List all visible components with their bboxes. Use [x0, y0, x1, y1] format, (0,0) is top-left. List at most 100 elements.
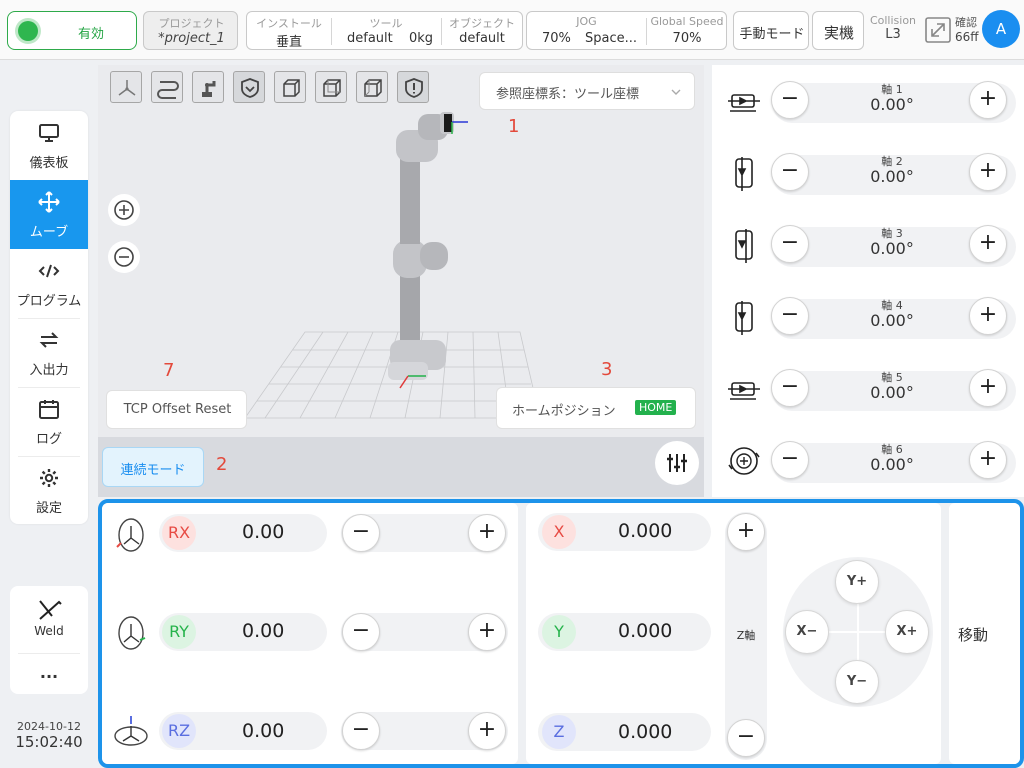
code-icon — [37, 259, 61, 283]
rotation-rx-icon — [112, 514, 150, 554]
gear-icon — [37, 466, 61, 490]
joint-decrement-button[interactable]: − — [771, 441, 809, 479]
cube-front-view-icon[interactable] — [274, 71, 306, 103]
robot-enable-toggle[interactable]: 有効 — [7, 11, 137, 50]
joint-row: − + 軸 3 0.00° — [712, 209, 1024, 281]
nav-more-button[interactable]: ... — [10, 653, 88, 694]
move-card[interactable]: 移動 — [949, 503, 1020, 764]
confirm-caption: 確認 — [955, 16, 977, 29]
y-minus-button[interactable]: Y− — [835, 660, 879, 704]
cube-top-view-icon[interactable] — [356, 71, 388, 103]
continuous-mode-button[interactable]: 連続モード — [102, 447, 204, 487]
chevron-down-icon — [670, 83, 682, 95]
joint-row: − + 軸 4 0.00° — [712, 281, 1024, 353]
nav-item-move[interactable]: ムーブ — [10, 180, 88, 249]
joint-decrement-button[interactable]: − — [771, 153, 809, 191]
project-indicator[interactable]: プロジェクト *project_1 — [143, 11, 238, 50]
nav-item-dashboard[interactable]: 儀表板 — [10, 111, 88, 180]
nav-item-log[interactable]: ログ — [10, 387, 88, 456]
rz-badge: RZ — [162, 714, 196, 748]
manual-mode-label: 手動モード — [739, 27, 805, 42]
joint-increment-button[interactable]: + — [969, 153, 1007, 191]
tool-name: default — [347, 31, 393, 46]
path-view-icon[interactable] — [151, 71, 183, 103]
nav-item-io[interactable]: 入出力 — [10, 318, 88, 387]
joint-decrement-button[interactable]: − — [771, 225, 809, 263]
robot-3d-model[interactable] — [230, 100, 550, 430]
real-robot-button[interactable]: 実機 — [812, 11, 864, 50]
safety-shield-icon[interactable] — [233, 71, 265, 103]
jog-caption: JOG — [576, 15, 597, 28]
ry-badge: RY — [162, 615, 196, 649]
joint-increment-button[interactable]: + — [969, 441, 1007, 479]
joint-increment-button[interactable]: + — [969, 225, 1007, 263]
continuous-mode-label: 連続モード — [120, 463, 186, 478]
nav-item-program[interactable]: プログラム — [10, 249, 88, 318]
x-badge: X — [542, 515, 576, 549]
joint-decrement-button[interactable]: − — [771, 297, 809, 335]
z-decrement-button[interactable]: − — [727, 719, 765, 757]
top-status-bar: 有効 プロジェクト *project_1 インストール 垂直 ツール defau… — [0, 0, 1024, 60]
tcp-offset-reset-button[interactable]: TCP Offset Reset — [106, 390, 247, 429]
ry-increment-button[interactable]: + — [468, 613, 506, 651]
rz-decrement-button[interactable]: − — [342, 712, 380, 750]
sliders-settings-icon[interactable] — [655, 441, 699, 485]
more-label: ... — [39, 663, 59, 682]
joint-row: − + 軸 6 0.00° — [712, 425, 1024, 497]
enable-label: 有効 — [78, 27, 105, 42]
joint-value: 0.00° — [870, 455, 914, 474]
expand-icon[interactable] — [924, 16, 952, 44]
io-arrows-icon — [37, 328, 61, 352]
x-minus-button[interactable]: X− — [785, 610, 829, 654]
rx-decrement-button[interactable]: − — [342, 514, 380, 552]
nav-label: 入出力 — [29, 363, 69, 378]
y-plus-button[interactable]: Y+ — [835, 560, 879, 604]
nav-item-settings[interactable]: 設定 — [10, 456, 88, 525]
joint-decrement-button[interactable]: − — [771, 369, 809, 407]
x-plus-button[interactable]: X+ — [885, 610, 929, 654]
joint-value: 0.00° — [870, 239, 914, 258]
app-root: 有効 プロジェクト *project_1 インストール 垂直 ツール defau… — [0, 0, 1024, 768]
tool-payload: 0kg — [409, 31, 434, 46]
joint-increment-button[interactable]: + — [969, 369, 1007, 407]
speed-group[interactable]: JOG 70% Space... Global Speed 70% — [526, 11, 727, 50]
zoom-out-icon[interactable] — [108, 241, 140, 273]
z-increment-button[interactable]: + — [727, 513, 765, 551]
warning-shield-icon[interactable] — [397, 71, 429, 103]
robot-view-icon[interactable] — [192, 71, 224, 103]
y-value: 0.000 — [618, 620, 673, 642]
ry-decrement-button[interactable]: − — [342, 613, 380, 651]
move-label: 移動 — [957, 626, 988, 644]
nav-item-weld[interactable]: Weld — [10, 586, 88, 652]
collision-level[interactable]: Collision L3 — [868, 14, 918, 42]
manual-mode-button[interactable]: 手動モード — [733, 11, 809, 50]
zoom-in-icon[interactable] — [108, 194, 140, 226]
nav-label: ログ — [35, 432, 62, 447]
rotation-rz-icon — [112, 712, 150, 752]
rz-increment-button[interactable]: + — [468, 712, 506, 750]
joint-increment-button[interactable]: + — [969, 81, 1007, 119]
project-caption: プロジェクト — [158, 17, 225, 30]
home-badge: HOME — [635, 400, 677, 415]
move-icon — [37, 190, 61, 214]
jog-frame: Space... — [585, 31, 638, 46]
nav-label: 設定 — [35, 501, 62, 516]
collision-caption: Collision — [869, 14, 917, 27]
collision-value: L3 — [885, 27, 901, 42]
nav-extra: Weld ... — [10, 586, 88, 694]
axes-view-icon[interactable] — [110, 71, 142, 103]
annotation-marker-7: 7 — [163, 360, 175, 381]
joint-value: 0.00° — [870, 311, 914, 330]
user-avatar[interactable]: A — [982, 10, 1020, 48]
install-tool-object-group[interactable]: インストール 垂直 ツール default 0kg オブジェクト default — [246, 11, 523, 50]
joint-base-icon — [726, 85, 762, 121]
nav-label: ムーブ — [29, 225, 69, 240]
cube-side-view-icon[interactable] — [315, 71, 347, 103]
confirm-value: 66ff — [955, 30, 979, 44]
joint-increment-button[interactable]: + — [969, 297, 1007, 335]
joint-decrement-button[interactable]: − — [771, 81, 809, 119]
install-value: 垂直 — [275, 35, 302, 50]
monitor-icon — [37, 121, 61, 145]
rx-increment-button[interactable]: + — [468, 514, 506, 552]
home-position-button[interactable]: ホームポジション HOME — [496, 387, 696, 429]
